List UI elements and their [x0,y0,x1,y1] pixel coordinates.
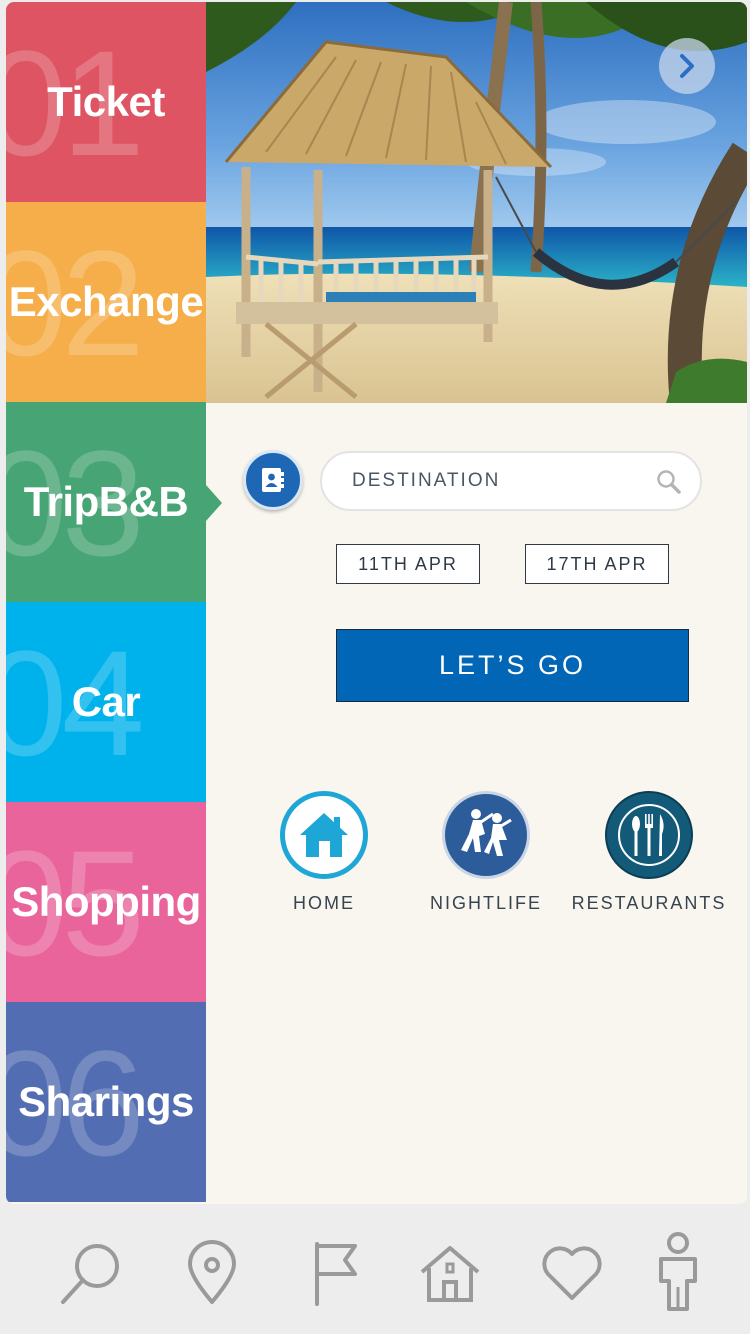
sidebar-item-shopping[interactable]: 05 Shopping [6,802,206,1002]
tab-location[interactable] [172,1228,252,1318]
sidebar-item-label: Ticket [47,78,165,125]
sidebar-item-sharings[interactable]: 06 Sharings [6,1002,206,1202]
tab-favorites[interactable] [532,1228,612,1318]
lets-go-button[interactable]: LET’S GO [336,629,689,702]
category-sidebar: 01 Ticket 02 Exchange 03 TripB&B 04 Car … [6,2,206,1204]
tab-flag[interactable] [293,1228,373,1318]
tab-home[interactable] [410,1228,490,1318]
active-item-pointer [206,485,222,521]
check-out-date[interactable]: 17TH APR [525,544,669,584]
sidebar-item-tripbnb[interactable]: 03 TripB&B [6,402,206,602]
location-pin-icon [188,1240,236,1304]
flag-icon [315,1242,357,1306]
sidebar-item-label: Shopping [11,878,201,925]
sidebar-item-label: TripB&B [23,478,189,525]
sidebar-item-car[interactable]: 04 Car [6,602,206,802]
category-restaurants[interactable]: RESTAURANTS [564,791,734,914]
category-home[interactable]: HOME [239,791,409,914]
destination-input[interactable] [352,465,642,497]
sidebar-item-label: Car [71,678,141,725]
sidebar-item-ticket[interactable]: 01 Ticket [6,2,206,202]
destination-search [320,451,702,511]
chevron-right-icon [680,54,694,78]
category-label: NIGHTLIFE [429,893,542,913]
category-label: HOME [293,893,355,913]
app-card: 01 Ticket 02 Exchange 03 TripB&B 04 Car … [6,2,747,1204]
category-label: RESTAURANTS [571,893,727,913]
house-icon [420,1246,480,1302]
heart-icon [542,1246,602,1300]
tab-search[interactable] [52,1228,132,1318]
cutlery-icon [605,791,693,879]
bottom-tab-bar [0,1204,750,1334]
person-icon [659,1232,697,1311]
address-book-icon [262,468,284,492]
sidebar-item-exchange[interactable]: 02 Exchange [6,202,206,402]
next-slide-button[interactable] [659,38,715,94]
contacts-button[interactable] [243,450,303,510]
dancers-icon [442,791,530,879]
search-icon[interactable] [656,469,682,495]
sidebar-item-label: Exchange [8,278,204,325]
house-icon [280,791,368,879]
category-nightlife[interactable]: NIGHTLIFE [401,791,571,914]
check-in-date[interactable]: 11TH APR [336,544,480,584]
search-icon [61,1244,119,1304]
sidebar-item-label: Sharings [18,1078,194,1125]
hero-image [206,2,747,403]
tab-profile[interactable] [638,1228,718,1318]
